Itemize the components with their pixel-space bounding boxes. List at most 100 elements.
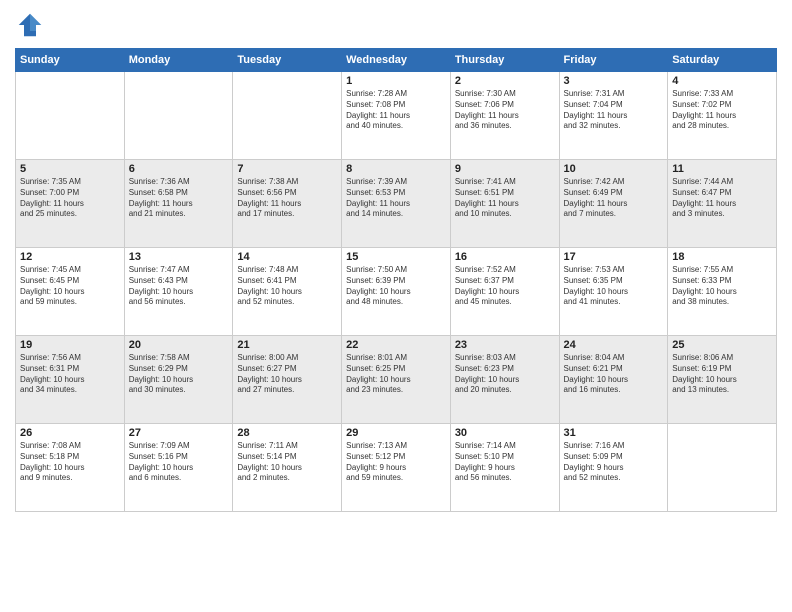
day-number: 4	[672, 75, 772, 87]
calendar-cell: 21 Sunrise: 8:00 AM Sunset: 6:27 PM Dayli…	[233, 336, 342, 424]
day-info: Sunrise: 8:06 AM Sunset: 6:19 PM Dayligh…	[672, 353, 772, 396]
day-info: Sunrise: 7:09 AM Sunset: 5:16 PM Dayligh…	[129, 441, 229, 484]
calendar-cell: 25 Sunrise: 8:06 AM Sunset: 6:19 PM Dayli…	[668, 336, 777, 424]
calendar-cell: 12 Sunrise: 7:45 AM Sunset: 6:45 PM Dayli…	[16, 248, 125, 336]
day-number: 12	[20, 251, 120, 263]
day-number: 11	[672, 163, 772, 175]
day-header-sunday: Sunday	[16, 49, 125, 72]
calendar-cell: 26Sunrise: 7:08 AM Sunset: 5:18 PM Dayli…	[16, 424, 125, 512]
calendar-cell: 15Sunrise: 7:50 AM Sunset: 6:39 PM Dayli…	[342, 248, 451, 336]
day-number: 18	[672, 251, 772, 263]
day-number: 5	[20, 163, 120, 175]
day-number: 31	[564, 427, 664, 439]
calendar-cell: 13Sunrise: 7:47 AM Sunset: 6:43 PM Dayli…	[124, 248, 233, 336]
day-info: Sunrise: 7:58 AM Sunset: 6:29 PM Dayligh…	[129, 353, 229, 396]
calendar-cell: 5 Sunrise: 7:35 AM Sunset: 7:00 PM Daylig…	[16, 160, 125, 248]
day-number: 13	[129, 251, 229, 263]
day-number: 10	[564, 163, 664, 175]
day-number: 8	[346, 163, 446, 175]
day-info: Sunrise: 7:42 AM Sunset: 6:49 PM Dayligh…	[564, 177, 664, 220]
day-number: 23	[455, 339, 555, 351]
day-number: 1	[346, 75, 446, 87]
calendar-cell	[233, 72, 342, 160]
day-info: Sunrise: 7:30 AM Sunset: 7:06 PM Dayligh…	[455, 89, 555, 132]
day-info: Sunrise: 8:04 AM Sunset: 6:21 PM Dayligh…	[564, 353, 664, 396]
calendar-cell: 27 Sunrise: 7:09 AM Sunset: 5:16 PM Dayli…	[124, 424, 233, 512]
day-number: 9	[455, 163, 555, 175]
calendar-cell: 2 Sunrise: 7:30 AM Sunset: 7:06 PM Daylig…	[450, 72, 559, 160]
day-info: Sunrise: 7:13 AM Sunset: 5:12 PM Dayligh…	[346, 441, 446, 484]
calendar-cell: 30 Sunrise: 7:14 AM Sunset: 5:10 PM Dayli…	[450, 424, 559, 512]
calendar-cell: 8 Sunrise: 7:39 AM Sunset: 6:53 PM Daylig…	[342, 160, 451, 248]
day-number: 14	[237, 251, 337, 263]
calendar-cell: 14Sunrise: 7:48 AM Sunset: 6:41 PM Dayli…	[233, 248, 342, 336]
day-info: Sunrise: 7:55 AM Sunset: 6:33 PM Dayligh…	[672, 265, 772, 308]
page: SundayMondayTuesdayWednesdayThursdayFrid…	[0, 0, 792, 612]
day-info: Sunrise: 7:45 AM Sunset: 6:45 PM Dayligh…	[20, 265, 120, 308]
calendar-week-row: 12 Sunrise: 7:45 AM Sunset: 6:45 PM Dayli…	[16, 248, 777, 336]
header	[15, 10, 777, 40]
day-number: 22	[346, 339, 446, 351]
day-number: 30	[455, 427, 555, 439]
day-info: Sunrise: 7:41 AM Sunset: 6:51 PM Dayligh…	[455, 177, 555, 220]
calendar-table: SundayMondayTuesdayWednesdayThursdayFrid…	[15, 48, 777, 512]
day-info: Sunrise: 7:53 AM Sunset: 6:35 PM Dayligh…	[564, 265, 664, 308]
day-info: Sunrise: 8:03 AM Sunset: 6:23 PM Dayligh…	[455, 353, 555, 396]
calendar-cell: 9 Sunrise: 7:41 AM Sunset: 6:51 PM Daylig…	[450, 160, 559, 248]
calendar-cell: 6 Sunrise: 7:36 AM Sunset: 6:58 PM Daylig…	[124, 160, 233, 248]
day-number: 3	[564, 75, 664, 87]
day-number: 28	[237, 427, 337, 439]
day-info: Sunrise: 7:16 AM Sunset: 5:09 PM Dayligh…	[564, 441, 664, 484]
day-info: Sunrise: 7:11 AM Sunset: 5:14 PM Dayligh…	[237, 441, 337, 484]
day-header-thursday: Thursday	[450, 49, 559, 72]
calendar-cell: 17 Sunrise: 7:53 AM Sunset: 6:35 PM Dayli…	[559, 248, 668, 336]
calendar-cell: 7 Sunrise: 7:38 AM Sunset: 6:56 PM Daylig…	[233, 160, 342, 248]
calendar-cell: 20 Sunrise: 7:58 AM Sunset: 6:29 PM Dayli…	[124, 336, 233, 424]
day-info: Sunrise: 8:01 AM Sunset: 6:25 PM Dayligh…	[346, 353, 446, 396]
day-number: 17	[564, 251, 664, 263]
calendar-cell: 3 Sunrise: 7:31 AM Sunset: 7:04 PM Daylig…	[559, 72, 668, 160]
day-number: 7	[237, 163, 337, 175]
day-info: Sunrise: 7:31 AM Sunset: 7:04 PM Dayligh…	[564, 89, 664, 132]
day-info: Sunrise: 7:52 AM Sunset: 6:37 PM Dayligh…	[455, 265, 555, 308]
calendar-cell: 18 Sunrise: 7:55 AM Sunset: 6:33 PM Dayli…	[668, 248, 777, 336]
calendar-cell: 1 Sunrise: 7:28 AM Sunset: 7:08 PM Daylig…	[342, 72, 451, 160]
day-header-tuesday: Tuesday	[233, 49, 342, 72]
calendar-week-row: 19 Sunrise: 7:56 AM Sunset: 6:31 PM Dayli…	[16, 336, 777, 424]
day-header-friday: Friday	[559, 49, 668, 72]
day-info: Sunrise: 7:38 AM Sunset: 6:56 PM Dayligh…	[237, 177, 337, 220]
calendar-cell	[668, 424, 777, 512]
day-info: Sunrise: 7:35 AM Sunset: 7:00 PM Dayligh…	[20, 177, 120, 220]
calendar-cell: 31 Sunrise: 7:16 AM Sunset: 5:09 PM Dayli…	[559, 424, 668, 512]
calendar-cell: 10 Sunrise: 7:42 AM Sunset: 6:49 PM Dayli…	[559, 160, 668, 248]
day-number: 24	[564, 339, 664, 351]
calendar-cell	[16, 72, 125, 160]
day-number: 2	[455, 75, 555, 87]
calendar-cell: 29 Sunrise: 7:13 AM Sunset: 5:12 PM Dayli…	[342, 424, 451, 512]
day-info: Sunrise: 7:28 AM Sunset: 7:08 PM Dayligh…	[346, 89, 446, 132]
day-number: 19	[20, 339, 120, 351]
calendar-cell: 23 Sunrise: 8:03 AM Sunset: 6:23 PM Dayli…	[450, 336, 559, 424]
day-info: Sunrise: 7:39 AM Sunset: 6:53 PM Dayligh…	[346, 177, 446, 220]
day-header-monday: Monday	[124, 49, 233, 72]
day-info: Sunrise: 7:50 AM Sunset: 6:39 PM Dayligh…	[346, 265, 446, 308]
day-info: Sunrise: 7:33 AM Sunset: 7:02 PM Dayligh…	[672, 89, 772, 132]
day-number: 20	[129, 339, 229, 351]
day-info: Sunrise: 7:36 AM Sunset: 6:58 PM Dayligh…	[129, 177, 229, 220]
day-info: Sunrise: 7:56 AM Sunset: 6:31 PM Dayligh…	[20, 353, 120, 396]
calendar-cell: 28 Sunrise: 7:11 AM Sunset: 5:14 PM Dayli…	[233, 424, 342, 512]
day-info: Sunrise: 7:14 AM Sunset: 5:10 PM Dayligh…	[455, 441, 555, 484]
day-number: 25	[672, 339, 772, 351]
day-number: 6	[129, 163, 229, 175]
day-info: Sunrise: 7:08 AM Sunset: 5:18 PM Dayligh…	[20, 441, 120, 484]
calendar-cell: 22 Sunrise: 8:01 AM Sunset: 6:25 PM Dayli…	[342, 336, 451, 424]
day-number: 29	[346, 427, 446, 439]
day-number: 21	[237, 339, 337, 351]
logo	[15, 10, 49, 40]
calendar-cell: 11Sunrise: 7:44 AM Sunset: 6:47 PM Dayli…	[668, 160, 777, 248]
day-number: 27	[129, 427, 229, 439]
logo-icon	[15, 10, 45, 40]
day-info: Sunrise: 8:00 AM Sunset: 6:27 PM Dayligh…	[237, 353, 337, 396]
calendar-cell: 16 Sunrise: 7:52 AM Sunset: 6:37 PM Dayli…	[450, 248, 559, 336]
day-number: 16	[455, 251, 555, 263]
